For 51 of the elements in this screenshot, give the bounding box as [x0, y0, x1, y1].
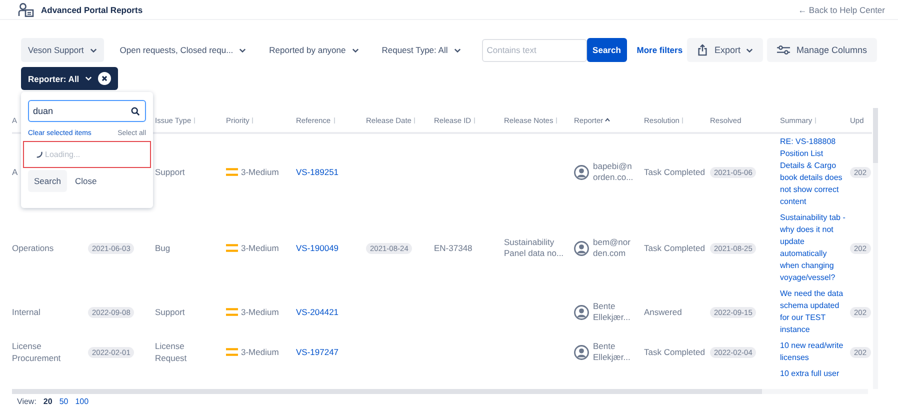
- summary-link[interactable]: RE: VS-188808 Position List Details & Cargo book details does not show correct content: [780, 136, 848, 208]
- table-cell-text: Task Completed: [644, 166, 706, 178]
- table-cell-text: Support: [155, 166, 186, 178]
- back-link[interactable]: ← Back to Help Center: [798, 4, 885, 14]
- table-cell-text: Internal: [12, 306, 42, 318]
- filter-dropdown[interactable]: Reported by anyone: [262, 38, 366, 62]
- filter-dropdown[interactable]: Request Type: All: [374, 38, 468, 62]
- page-size-option[interactable]: 100: [75, 397, 89, 406]
- search-field[interactable]: Contains text: [482, 38, 587, 62]
- search-button[interactable]: Search: [586, 38, 627, 62]
- table-cell-text: Bug: [155, 242, 172, 254]
- reporter-name: bapebi@n orden.co...: [593, 161, 634, 183]
- action-button[interactable]: Manage Columns: [767, 38, 877, 62]
- popup-close-button[interactable]: Close: [68, 170, 103, 192]
- page-size-option[interactable]: 50: [59, 397, 68, 406]
- table-cell-text: License Request: [155, 340, 188, 364]
- priority-label: 3-Medium: [241, 346, 279, 356]
- reporter-name: Bente Ellekjær...: [593, 301, 630, 323]
- reference-link[interactable]: VS-189251: [296, 167, 339, 177]
- popup-search-button[interactable]: Search: [28, 170, 67, 192]
- filter-dropdown[interactable]: Veson Support: [21, 38, 104, 62]
- page-size-option[interactable]: 20: [43, 397, 52, 406]
- table-cell-text: Operations: [12, 242, 55, 254]
- release-notes: Sustainability Panel data no...: [504, 237, 564, 258]
- table-cell-text: Task Completed: [644, 242, 706, 254]
- filter-dropdown[interactable]: Open requests, Closed requ...: [112, 38, 254, 62]
- priority-label: 3-Medium: [241, 242, 279, 252]
- action-button[interactable]: Export: [687, 38, 764, 62]
- more-filters-link[interactable]: More filters: [636, 45, 683, 55]
- view-label: View:: [17, 397, 36, 406]
- reporter-name: Bente Ellekjær...: [593, 341, 630, 363]
- reference-link[interactable]: VS-190049: [296, 243, 339, 253]
- summary-link[interactable]: We need the data schema updated for our TEST instance: [780, 288, 848, 336]
- summary-link[interactable]: Sustainability tab - why does it not update automatically when changing voyage/vessel?: [780, 212, 848, 284]
- reporter-name: bem@nor den.com: [593, 237, 630, 259]
- reference-link[interactable]: VS-197247: [296, 347, 339, 357]
- reporter-search-field[interactable]: duan: [28, 100, 146, 122]
- summary-link[interactable]: 10 new read/write licenses: [780, 340, 848, 364]
- table-cell-text: Task Completed: [644, 346, 706, 358]
- loading-text: Loading...: [45, 150, 80, 159]
- reporter-filter-chip[interactable]: Reporter: All: [21, 67, 118, 90]
- priority-label: 3-Medium: [241, 166, 279, 176]
- reference-link[interactable]: VS-204421: [296, 307, 339, 317]
- priority-label: 3-Medium: [241, 306, 279, 316]
- table-cell-text: EN-37348: [434, 242, 474, 254]
- table-cell-text: Support: [155, 306, 186, 318]
- table-cell-text: Answered: [644, 306, 683, 318]
- table-cell-text: License Procurement: [12, 340, 62, 364]
- summary-link[interactable]: 10 extra full user: [780, 368, 848, 380]
- table-cell-text: A: [12, 166, 19, 178]
- page-title: Advanced Portal Reports: [41, 4, 143, 14]
